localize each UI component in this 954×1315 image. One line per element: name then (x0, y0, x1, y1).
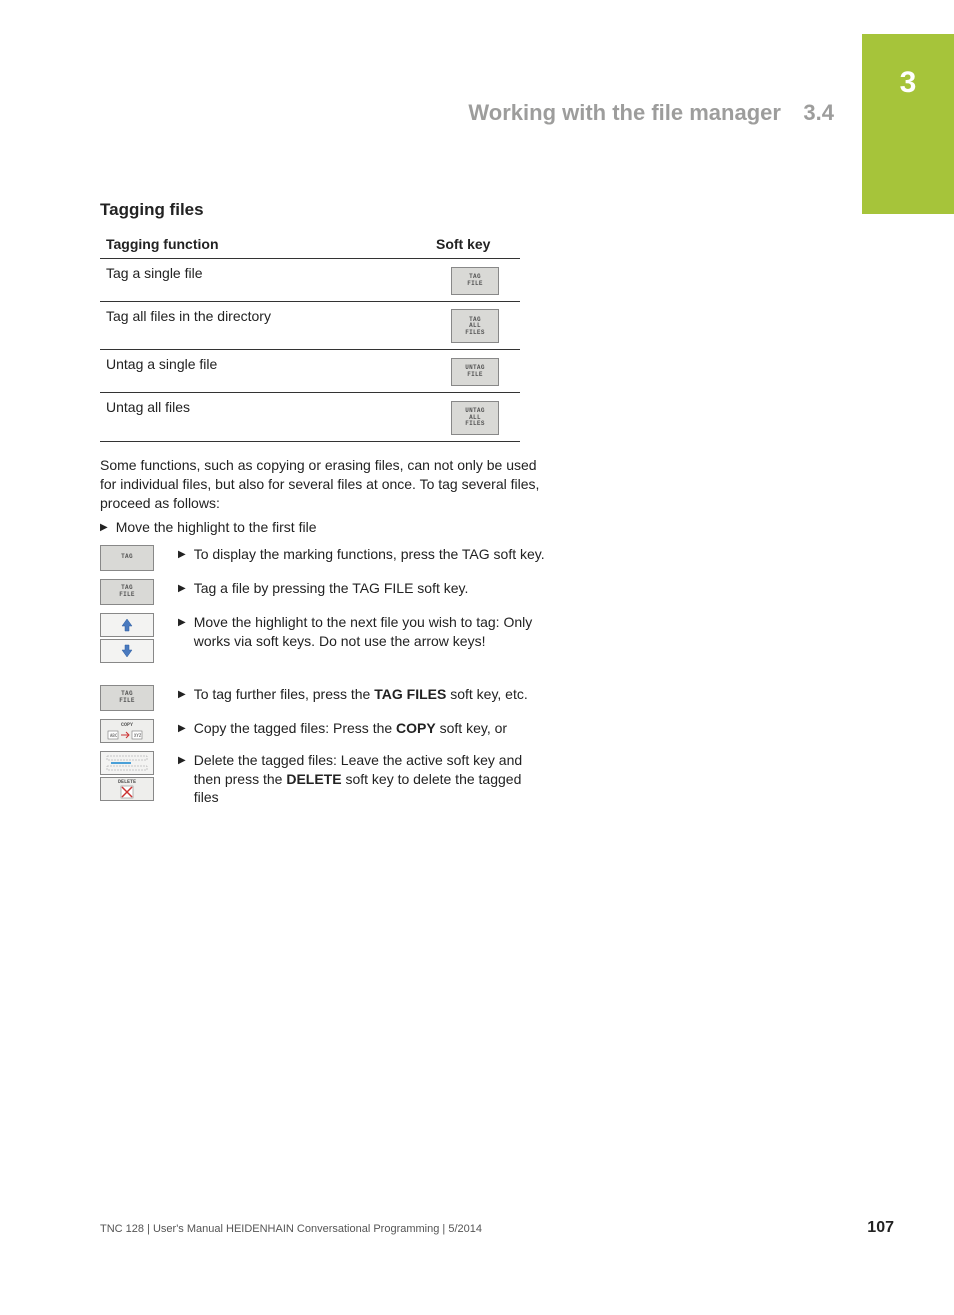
softkey-cell: UNTAG FILE (430, 350, 520, 393)
table-header-function: Tagging function (100, 232, 430, 259)
softkey-tag-icon: TAG (100, 545, 154, 571)
step-body: ▶ Move the highlight to the next file yo… (178, 613, 550, 651)
table-row: Untag a single file UNTAG FILE (100, 350, 520, 393)
table-header-softkey: Soft key (430, 232, 520, 259)
step-key-column: TAG FILE (100, 579, 178, 605)
running-header: Working with the file manager 3.4 (100, 100, 834, 126)
document-page: 3 Working with the file manager 3.4 Tagg… (0, 0, 954, 1315)
step-body: ▶ Copy the tagged files: Press the COPY … (178, 719, 550, 738)
function-label: Untag a single file (100, 350, 430, 393)
step-text: To display the marking functions, press … (194, 545, 545, 564)
step-row: ▶ Move the highlight to the next file yo… (100, 613, 550, 663)
chapter-tab: 3 (862, 34, 954, 214)
triangle-bullet-icon: ▶ (178, 548, 186, 562)
step-text: Tag a file by pressing the TAG FILE soft… (194, 579, 469, 598)
triangle-bullet-icon: ▶ (178, 754, 186, 768)
softkey-blank-icon (100, 751, 154, 775)
section-heading: Tagging files (100, 200, 550, 220)
tagging-functions-table: Tagging function Soft key Tag a single f… (100, 232, 520, 442)
softkey-delete-icon: DELETE (100, 777, 154, 801)
softkey-untag-file-icon: UNTAG FILE (451, 358, 499, 386)
step-text: To tag further files, press the TAG FILE… (194, 685, 528, 704)
softkey-cell: TAG ALL FILES (430, 301, 520, 350)
first-bullet-row: ▶ Move the highlight to the first file (100, 519, 550, 535)
step-key-column: DELETE (100, 751, 178, 801)
triangle-bullet-icon: ▶ (178, 616, 186, 630)
triangle-bullet-icon: ▶ (178, 582, 186, 596)
header-title: Working with the file manager (468, 100, 781, 125)
function-label: Untag all files (100, 393, 430, 442)
intro-paragraph: Some functions, such as copying or erasi… (100, 456, 550, 513)
step-key-column (100, 613, 178, 663)
table-row: Tag a single file TAG FILE (100, 259, 520, 302)
function-label: Tag a single file (100, 259, 430, 302)
step-body: ▶ To tag further files, press the TAG FI… (178, 685, 550, 704)
softkey-cell: UNTAG ALL FILES (430, 393, 520, 442)
svg-text:ABC: ABC (110, 733, 118, 738)
table-row: Untag all files UNTAG ALL FILES (100, 393, 520, 442)
softkey-copy-icon: COPY ABC XYZ (100, 719, 154, 743)
step-body: ▶ Delete the tagged files: Leave the act… (178, 751, 550, 808)
arrow-down-key-icon (100, 639, 154, 663)
footer-text: TNC 128 | User's Manual HEIDENHAIN Conve… (100, 1223, 482, 1235)
step-key-column: TAG (100, 545, 178, 571)
step-row: TAG FILE ▶ Tag a file by pressing the TA… (100, 579, 550, 605)
page-content: Tagging files Tagging function Soft key … (100, 200, 550, 815)
step-text: Move the highlight to the next file you … (194, 613, 550, 651)
svg-text:XYZ: XYZ (134, 733, 142, 738)
step-body: ▶ Tag a file by pressing the TAG FILE so… (178, 579, 550, 598)
header-section-number: 3.4 (803, 100, 834, 125)
triangle-bullet-icon: ▶ (178, 688, 186, 702)
softkey-cell: TAG FILE (430, 259, 520, 302)
step-body: ▶ To display the marking functions, pres… (178, 545, 550, 564)
page-number: 107 (867, 1219, 894, 1237)
step-row: TAG ▶ To display the marking functions, … (100, 545, 550, 571)
softkey-tag-file-icon: TAG FILE (451, 267, 499, 295)
arrow-up-key-icon (100, 613, 154, 637)
step-key-column: COPY ABC XYZ (100, 719, 178, 743)
step-text: Delete the tagged files: Leave the activ… (194, 751, 550, 808)
page-footer: TNC 128 | User's Manual HEIDENHAIN Conve… (100, 1219, 894, 1237)
step-key-column: TAG FILE (100, 685, 178, 711)
table-row: Tag all files in the directory TAG ALL F… (100, 301, 520, 350)
triangle-bullet-icon: ▶ (100, 522, 108, 533)
step-list: TAG ▶ To display the marking functions, … (100, 545, 550, 808)
softkey-untag-all-files-icon: UNTAG ALL FILES (451, 401, 499, 435)
bullet-text: Move the highlight to the first file (116, 519, 317, 535)
step-row: TAG FILE ▶ To tag further files, press t… (100, 685, 550, 711)
step-text: Copy the tagged files: Press the COPY so… (194, 719, 507, 738)
function-label: Tag all files in the directory (100, 301, 430, 350)
softkey-tag-all-files-icon: TAG ALL FILES (451, 309, 499, 343)
softkey-tag-file-icon: TAG FILE (100, 579, 154, 605)
step-row: DELETE ▶ Delete the tagged files: Leave … (100, 751, 550, 808)
step-row: COPY ABC XYZ ▶ Copy the tagged files: P (100, 719, 550, 743)
softkey-tag-file-icon: TAG FILE (100, 685, 154, 711)
triangle-bullet-icon: ▶ (178, 722, 186, 736)
